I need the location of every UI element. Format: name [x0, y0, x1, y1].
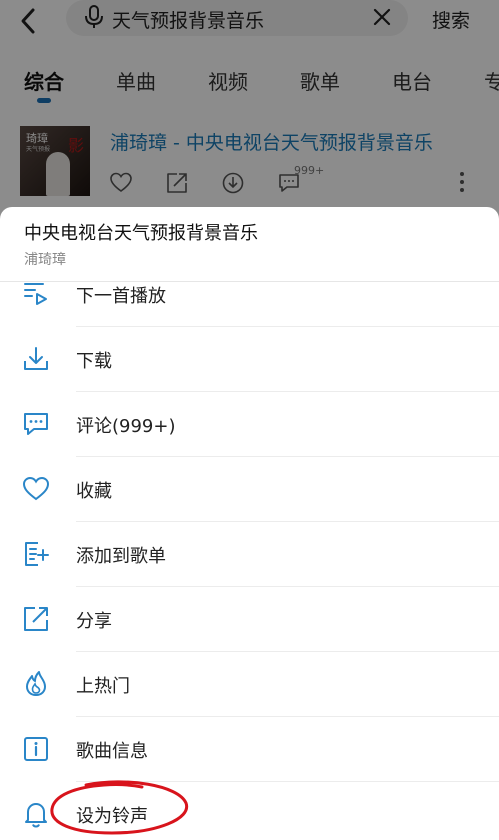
menu-item-label: 评论(999+) [76, 416, 176, 437]
share-icon [24, 607, 48, 631]
menu-item-label: 上热门 [76, 676, 130, 697]
menu-item-label: 添加到歌单 [76, 546, 166, 567]
comment-icon [24, 413, 48, 435]
menu-item-play-next[interactable]: 下一首播放 [0, 282, 499, 327]
annotation-circle [50, 780, 189, 835]
flame-icon [26, 671, 46, 696]
heart-icon [22, 476, 50, 501]
options-menu: 下一首播放 下载 评论(999+) 收藏 添加到歌单 分享 上热门 歌曲信息 设… [0, 282, 499, 840]
menu-item-trending[interactable]: 上热门 [0, 652, 499, 717]
play-next-icon [24, 283, 47, 305]
menu-item-label: 下载 [76, 351, 112, 372]
song-options-sheet: 中央电视台天气预报背景音乐 浦琦璋 下一首播放 下载 评论(999+) 收藏 添… [0, 207, 499, 840]
menu-item-label: 分享 [76, 611, 112, 632]
menu-item-comments[interactable]: 评论(999+) [0, 392, 499, 457]
sheet-song-title: 中央电视台天气预报背景音乐 [24, 223, 258, 244]
menu-item-label: 收藏 [76, 481, 112, 502]
download-icon [24, 347, 48, 370]
menu-item-favorite[interactable]: 收藏 [0, 457, 499, 522]
sheet-artist: 浦琦璋 [24, 252, 66, 268]
menu-item-share[interactable]: 分享 [0, 587, 499, 652]
menu-item-label: 歌曲信息 [76, 741, 148, 762]
menu-item-add-to-playlist[interactable]: 添加到歌单 [0, 522, 499, 587]
menu-item-song-info[interactable]: 歌曲信息 [0, 717, 499, 782]
menu-item-download[interactable]: 下载 [0, 327, 499, 392]
menu-item-label: 下一首播放 [76, 286, 166, 307]
add-to-playlist-icon [25, 542, 49, 566]
info-icon [24, 737, 48, 761]
